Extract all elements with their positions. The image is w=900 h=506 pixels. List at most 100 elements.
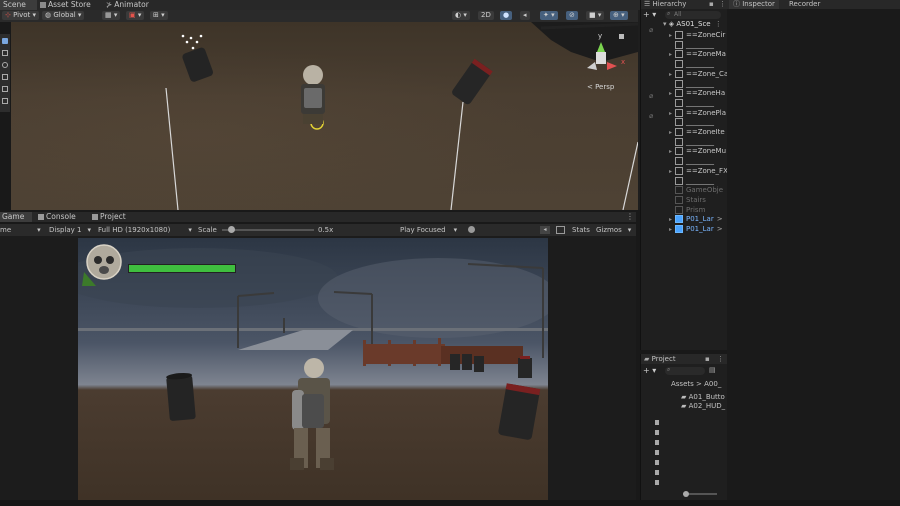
- pivot-dropdown[interactable]: ⊹ Pivot ▾: [2, 11, 40, 20]
- project-tab[interactable]: ▰ Project ▪ ⋮: [641, 354, 727, 364]
- hierarchy-item[interactable]: ▸ ==ZoneMu: [669, 147, 726, 156]
- hierarchy-item[interactable]: ________: [669, 98, 714, 108]
- play-focused-dropdown[interactable]: Play Focused ▾: [400, 225, 457, 235]
- tree-node[interactable]: [655, 450, 659, 455]
- hierarchy-item[interactable]: ________: [669, 137, 714, 147]
- game-tab-menu-icon[interactable]: ⋮: [626, 212, 634, 221]
- global-dropdown[interactable]: ◍ Global ▾: [42, 11, 85, 20]
- hidden-eye-icon[interactable]: ⌀: [649, 112, 653, 120]
- hand-tool-icon[interactable]: [2, 38, 8, 44]
- scene-viewport[interactable]: y x < Persp: [11, 22, 638, 210]
- scene-menu-icon[interactable]: ⋮: [715, 20, 722, 28]
- tab-scene[interactable]: Scene: [0, 0, 37, 10]
- hierarchy-item[interactable]: GameObje: [669, 186, 723, 195]
- prefab-open-chevron-icon[interactable]: >: [717, 215, 723, 223]
- hierarchy-item[interactable]: ________: [669, 118, 714, 127]
- hierarchy-item[interactable]: ▸ ==ZonePla: [669, 108, 726, 118]
- hierarchy-item[interactable]: ________: [669, 176, 714, 186]
- play-focused-label: Play Focused: [400, 226, 446, 234]
- mute-audio-icon[interactable]: ◂: [540, 226, 550, 234]
- prefab-open-chevron-icon[interactable]: >: [717, 225, 723, 233]
- hidden-eye-icon[interactable]: ⌀: [649, 92, 653, 100]
- hierarchy-item[interactable]: Stairs: [669, 195, 706, 205]
- gizmo-lock-icon[interactable]: [619, 34, 624, 39]
- folder-icon: [92, 214, 98, 220]
- effects-toggle[interactable]: ✦ ▾: [540, 11, 558, 20]
- move-tool-icon[interactable]: [2, 50, 8, 56]
- orientation-button[interactable]: ⊞ ▾: [150, 11, 168, 20]
- hierarchy-item[interactable]: ________: [669, 157, 714, 166]
- hierarchy-scene-root[interactable]: ▾ ◈ AS01_Sce ⋮: [663, 20, 722, 29]
- persp-label[interactable]: < Persp: [587, 83, 614, 91]
- hierarchy-item[interactable]: ▸ ==Zone_Ca: [669, 69, 727, 79]
- scale-slider-thumb[interactable]: [227, 226, 235, 233]
- hidden-eye-icon[interactable]: ⌀: [649, 26, 653, 34]
- hierarchy-item[interactable]: ▸ ==Zone_FX: [669, 166, 727, 176]
- audio-toggle[interactable]: ◂: [520, 11, 530, 20]
- folder-a02-label: A02_HUD_: [688, 402, 726, 410]
- rect-tool-icon[interactable]: [2, 86, 8, 92]
- breadcrumb-a00[interactable]: A00_: [704, 380, 721, 388]
- hierarchy-tab[interactable]: ☰ Hierarchy ▪ ⋮: [641, 0, 727, 9]
- tree-node[interactable]: [655, 430, 659, 435]
- hierarchy-item[interactable]: ▸ P01_Lar >: [669, 215, 723, 224]
- tree-node[interactable]: [655, 440, 659, 445]
- hierarchy-lock-icon[interactable]: ▪: [709, 0, 714, 9]
- hierarchy-item[interactable]: ▸ P01_Lar >: [669, 225, 723, 234]
- hierarchy-item[interactable]: ▸ ==ZoneHa: [669, 89, 725, 98]
- project-filter-icon[interactable]: ▤: [709, 366, 716, 374]
- hierarchy-item[interactable]: ▸ ==ZoneCir: [669, 31, 725, 40]
- tree-node[interactable]: [655, 480, 659, 485]
- tree-node[interactable]: [655, 470, 659, 475]
- tab-recorder[interactable]: Recorder: [789, 0, 820, 9]
- lighting-toggle[interactable]: ●: [500, 11, 513, 20]
- gizmos-dropdown[interactable]: Gizmos ▾: [596, 225, 631, 235]
- hierarchy-item[interactable]: ▸ ==ZoneMa: [669, 50, 726, 59]
- hierarchy-item[interactable]: ▸ ==ZoneIte: [669, 128, 725, 137]
- hierarchy-menu-icon[interactable]: ⋮: [719, 0, 726, 9]
- add-object-button[interactable]: + ▾: [643, 10, 656, 19]
- tree-node[interactable]: [655, 420, 659, 425]
- project-folder-row[interactable]: ▰ A02_HUD_: [681, 402, 725, 411]
- project-add-button[interactable]: + ▾: [643, 366, 656, 375]
- hierarchy-item[interactable]: ________: [669, 79, 714, 89]
- tab-game[interactable]: Game: [0, 212, 32, 222]
- breadcrumb-assets[interactable]: Assets: [671, 380, 694, 388]
- project-lock-icon[interactable]: ▪: [705, 354, 710, 364]
- gizmos-button[interactable]: ⊕ ▾: [610, 11, 628, 20]
- scale-slider[interactable]: [222, 226, 314, 233]
- icon-size-thumb[interactable]: [683, 491, 689, 497]
- transform-tool-icon[interactable]: [2, 98, 8, 104]
- hierarchy-search-input[interactable]: ⌕ All: [665, 10, 721, 19]
- tab-inspector[interactable]: ⓘ Inspector: [729, 0, 779, 9]
- tab-game-label: Game: [2, 212, 25, 221]
- scale-tool-icon[interactable]: [2, 74, 8, 80]
- grid-snap-button[interactable]: ▦ ▾: [102, 11, 121, 20]
- project-folder-row[interactable]: ▰ A01_Butto: [681, 393, 725, 402]
- project-search-input[interactable]: ⌕: [665, 366, 705, 375]
- stats-button[interactable]: Stats: [572, 225, 590, 235]
- project-menu-icon[interactable]: ⋮: [717, 354, 724, 364]
- icon-size-slider[interactable]: [683, 491, 717, 497]
- hidden-objects-toggle[interactable]: ⊘: [566, 11, 578, 20]
- hierarchy-item[interactable]: Prism: [669, 205, 705, 215]
- display-dropdown[interactable]: Display 1 ▾: [49, 225, 91, 235]
- render-mode-button[interactable]: ◐ ▾: [452, 11, 470, 20]
- stats-screen-icon[interactable]: [556, 226, 565, 234]
- tab-animator[interactable]: ⊁ Animator: [106, 0, 149, 10]
- tab-console[interactable]: Console: [38, 212, 76, 222]
- tab-project[interactable]: Project: [92, 212, 126, 222]
- game-viewport[interactable]: [78, 238, 548, 500]
- tab-project-label: Project: [100, 212, 126, 221]
- resolution-dropdown[interactable]: Full HD (1920x1080) ▾: [98, 225, 192, 235]
- tab-asset-store[interactable]: Asset Store: [40, 0, 91, 10]
- camera-button[interactable]: ■ ▾: [586, 11, 605, 20]
- debug-icon[interactable]: [468, 226, 475, 233]
- snap-increment-button[interactable]: ▣ ▾: [126, 11, 145, 20]
- rotate-tool-icon[interactable]: [2, 62, 8, 68]
- tree-node[interactable]: [655, 460, 659, 465]
- hierarchy-item[interactable]: ________: [669, 60, 714, 69]
- hierarchy-item[interactable]: ________: [669, 40, 714, 50]
- 2d-toggle[interactable]: 2D: [478, 11, 494, 20]
- game-mode-dropdown[interactable]: me ▾: [0, 225, 41, 235]
